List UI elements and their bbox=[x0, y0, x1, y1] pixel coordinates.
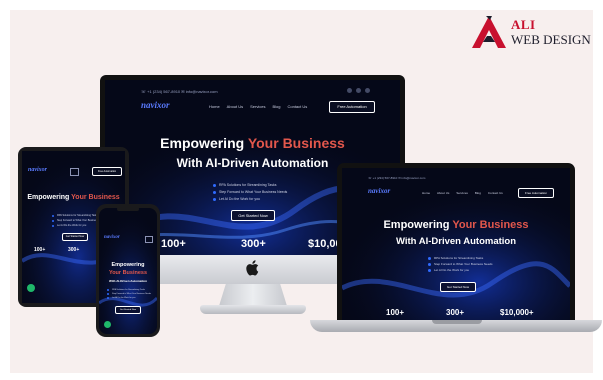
chat-icon[interactable] bbox=[104, 321, 111, 328]
feature-item: Step Forward to What Your Business Needs bbox=[213, 189, 287, 196]
feature-item: RPA Solutions for Streamlining Tasks bbox=[213, 182, 287, 189]
check-icon bbox=[213, 191, 216, 194]
nav-item-services[interactable]: Services bbox=[250, 104, 265, 109]
imac-stand-base bbox=[200, 305, 306, 314]
social-icon[interactable] bbox=[347, 88, 352, 93]
macbook-screen: ☏ +1 (234) 567-8910 ✉ info@navixor.com n… bbox=[342, 168, 570, 320]
stat-value: $10,000+ bbox=[500, 308, 534, 317]
feature-text: Let AI Do the Work for you bbox=[57, 224, 87, 227]
stat-value: 300+ bbox=[446, 308, 465, 317]
check-icon bbox=[428, 262, 431, 266]
nav-item-contact[interactable]: Contact Us bbox=[488, 191, 503, 195]
logo-text-web-design: WEB DESIGN bbox=[511, 32, 591, 47]
check-icon bbox=[213, 198, 216, 201]
stat-value: 300+ bbox=[241, 238, 266, 250]
nav-item-home[interactable]: Home bbox=[209, 104, 220, 109]
check-icon bbox=[107, 297, 109, 299]
feature-text: Step Forward to What Your Business Needs bbox=[219, 190, 288, 194]
apple-logo-icon bbox=[246, 260, 259, 276]
get-started-button[interactable]: Get Started Now bbox=[440, 282, 476, 292]
topbar-contact: ☏ +1 (234) 567-8910 ✉ info@navixor.com bbox=[368, 176, 426, 180]
hero-heading-text: Empowering bbox=[383, 219, 453, 231]
stat-value: 100+ bbox=[34, 247, 46, 253]
feature-item: Let AI Do the Work for you bbox=[428, 267, 493, 273]
phone-notch bbox=[117, 207, 139, 211]
menu-icon[interactable] bbox=[70, 168, 79, 176]
check-icon bbox=[52, 219, 54, 222]
nav-item-home[interactable]: Home bbox=[422, 191, 430, 195]
hero-heading-text: Empowering bbox=[160, 135, 248, 151]
stat-value: 300+ bbox=[68, 247, 80, 253]
check-icon bbox=[428, 256, 431, 260]
hero-heading-highlight: Your Business bbox=[247, 135, 345, 151]
mobile-hero-line-b: Your Business bbox=[108, 270, 148, 276]
feature-text: Let AI Do the Work for you bbox=[219, 197, 260, 201]
social-icons bbox=[347, 88, 370, 93]
feature-item: Let AI Do the Work for you bbox=[107, 296, 151, 300]
free-automation-button[interactable]: Free Automation bbox=[518, 188, 554, 198]
logo-text-ali: ALI bbox=[511, 17, 536, 32]
mobile-hero-line-a: Empowering bbox=[111, 262, 145, 268]
social-icon[interactable] bbox=[365, 88, 370, 93]
hero-heading-text: Empowering bbox=[27, 194, 72, 201]
get-started-button[interactable]: Get Started Now bbox=[231, 210, 275, 221]
feature-text: Let AI Do the Work for you bbox=[112, 297, 136, 299]
check-icon bbox=[428, 268, 431, 272]
ali-web-design-logo: ALI WEB DESIGN bbox=[470, 14, 598, 54]
menu-icon[interactable] bbox=[145, 236, 153, 243]
site-brand[interactable]: navixor bbox=[104, 235, 120, 240]
canvas: ALI WEB DESIGN ☏ +1 (234) 567-8910 ✉ inf… bbox=[0, 0, 603, 380]
logo-mark-icon bbox=[472, 16, 506, 48]
nav-item-services[interactable]: Services bbox=[456, 191, 468, 195]
site-nav: Home About Us Services Blog Contact Us bbox=[422, 191, 510, 195]
nav-item-blog[interactable]: Blog bbox=[272, 104, 280, 109]
feature-item: Let AI Do the Work for you bbox=[213, 196, 287, 203]
feature-list: RPA Solutions for Streamlining Tasks Ste… bbox=[428, 255, 493, 273]
site-brand[interactable]: navixor bbox=[141, 100, 170, 110]
feature-text: Let AI Do the Work for you bbox=[434, 268, 470, 272]
check-icon bbox=[107, 293, 109, 295]
get-started-button[interactable]: Get Started Now bbox=[115, 306, 141, 314]
check-icon bbox=[52, 214, 54, 217]
site-nav: Home About Us Services Blog Contact Us bbox=[209, 104, 314, 109]
hero-heading-line1: Empowering Your Business bbox=[105, 135, 400, 151]
get-started-button[interactable]: Get Started Now bbox=[62, 233, 88, 241]
mobile-hero-line-c: With AI-Driven Automation bbox=[109, 279, 147, 283]
feature-list: RPA Solutions for Streamlining Tasks Ste… bbox=[213, 182, 287, 203]
social-icon[interactable] bbox=[356, 88, 361, 93]
chat-icon[interactable] bbox=[27, 284, 35, 292]
nav-item-contact[interactable]: Contact Us bbox=[287, 104, 307, 109]
feature-text: RPA Solutions for Streamlining Tasks bbox=[219, 183, 277, 187]
hero-heading-line1: Empowering Your Business bbox=[22, 194, 125, 201]
hero-heading-highlight: Your Business bbox=[452, 219, 529, 231]
site-brand[interactable]: navixor bbox=[368, 187, 390, 195]
hero-heading-line1: Empowering Your Business bbox=[342, 219, 570, 231]
check-icon bbox=[52, 224, 54, 227]
stat-value: 100+ bbox=[161, 238, 186, 250]
stat-value: 100+ bbox=[386, 308, 405, 317]
phone-screen: navixor Empowering Your Business With AI… bbox=[99, 208, 157, 334]
free-automation-button[interactable]: Free Automation bbox=[92, 167, 122, 176]
free-automation-button[interactable]: Free Automation bbox=[329, 101, 375, 113]
site-brand[interactable]: navixor bbox=[28, 167, 47, 173]
nav-item-blog[interactable]: Blog bbox=[475, 191, 481, 195]
hero-heading-highlight: Your Business bbox=[71, 194, 120, 201]
nav-item-about[interactable]: About Us bbox=[227, 104, 243, 109]
nav-item-about[interactable]: About Us bbox=[437, 191, 449, 195]
check-icon bbox=[213, 184, 216, 187]
hero-heading-line2: With AI-Driven Automation bbox=[395, 236, 517, 247]
check-icon bbox=[107, 289, 109, 291]
feature-list: RPA Solutions for Streamlining Tasks Ste… bbox=[107, 288, 151, 300]
macbook-notch bbox=[432, 320, 482, 324]
imac-stand bbox=[219, 284, 287, 306]
